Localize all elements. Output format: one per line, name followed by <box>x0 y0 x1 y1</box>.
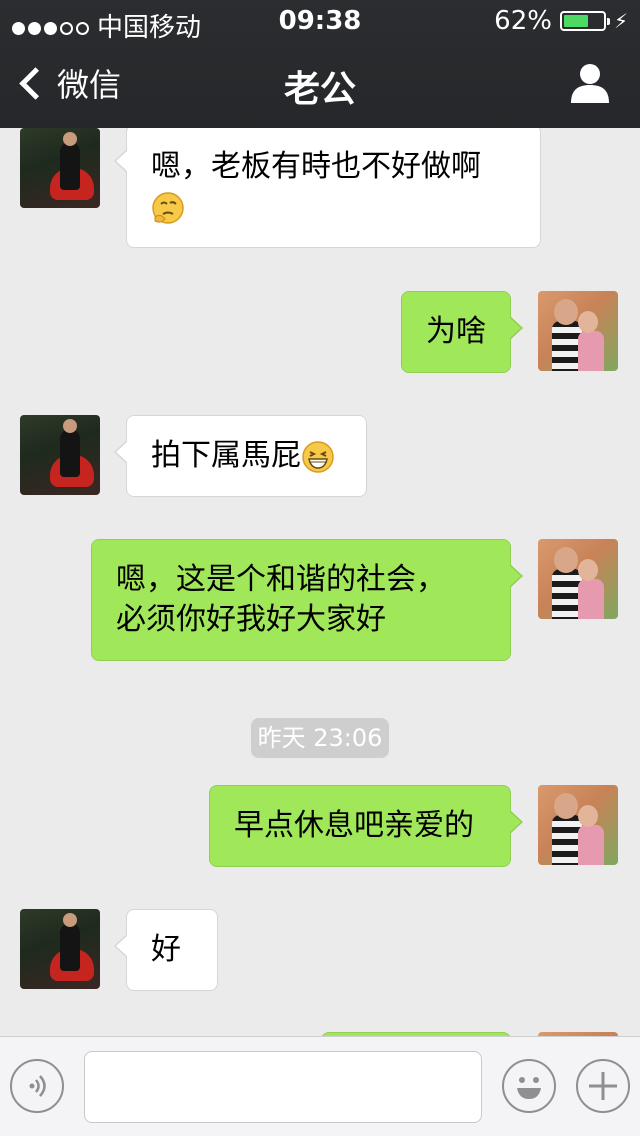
message-text: 拍下属馬屁 <box>151 438 301 473</box>
battery-icon <box>559 11 610 31</box>
outgoing-message-bubble[interactable]: 嗯，这是个和谐的社会， 必须你好我好大家好 <box>91 539 523 661</box>
emoji-button[interactable] <box>502 1059 556 1113</box>
outgoing-message-bubble[interactable]: 早点休息吧亲爱的 <box>209 785 523 867</box>
incoming-message-bubble[interactable]: 好 <box>114 909 218 991</box>
contact-avatar[interactable] <box>20 128 100 208</box>
chat-title: 老公 <box>283 69 356 110</box>
my-avatar[interactable] <box>538 291 618 371</box>
more-button[interactable] <box>576 1059 630 1113</box>
plus-icon <box>589 1072 617 1100</box>
outgoing-message-bubble[interactable]: 为啥 <box>401 291 523 373</box>
grin-emoji-icon <box>302 440 334 473</box>
message-text-line-2: 必须你好我好大家好 <box>116 602 386 637</box>
input-bar <box>0 1036 640 1136</box>
status-bar: 中国移动 09:38 62% ⚡ <box>0 0 640 43</box>
battery-percent: 62% <box>494 6 552 36</box>
contact-avatar[interactable] <box>20 909 100 989</box>
smiley-icon <box>517 1077 541 1099</box>
voice-button[interactable] <box>10 1059 64 1113</box>
message-text: 为啥 <box>426 314 486 349</box>
person-icon <box>571 64 609 103</box>
incoming-message-bubble[interactable]: 嗯，老板有時也不好做啊 <box>114 128 541 248</box>
message-text: 早点休息吧亲爱的 <box>234 808 474 843</box>
voice-icon <box>29 1075 46 1097</box>
message-line: 拍下属馬屁 <box>151 436 342 476</box>
top-bar: 中国移动 09:38 62% ⚡ 微信 老公 <box>0 0 640 128</box>
charging-bolt-icon: ⚡ <box>613 9 628 33</box>
my-avatar[interactable] <box>538 539 618 619</box>
thinking-emoji-icon <box>152 191 184 224</box>
chat-area[interactable]: 嗯，老板有時也不好做啊 为啥 拍下属馬屁 嗯，这是个和谐的社会， 必须你好我好大… <box>0 128 640 1036</box>
message-text: 好 <box>151 932 181 967</box>
message-text: 嗯，老板有時也不好做啊 <box>151 149 481 184</box>
profile-button[interactable] <box>570 62 610 104</box>
battery-fill <box>563 15 588 27</box>
contact-avatar[interactable] <box>20 415 100 495</box>
message-input[interactable] <box>84 1051 482 1123</box>
incoming-message-bubble[interactable]: 拍下属馬屁 <box>114 415 367 497</box>
my-avatar[interactable] <box>538 785 618 865</box>
nav-bar: 微信 老公 <box>0 40 640 128</box>
battery-indicator: 62% ⚡ <box>494 6 628 36</box>
timestamp-label: 昨天 23:06 <box>251 718 389 758</box>
message-text-line-1: 嗯，这是个和谐的社会， <box>116 562 446 597</box>
